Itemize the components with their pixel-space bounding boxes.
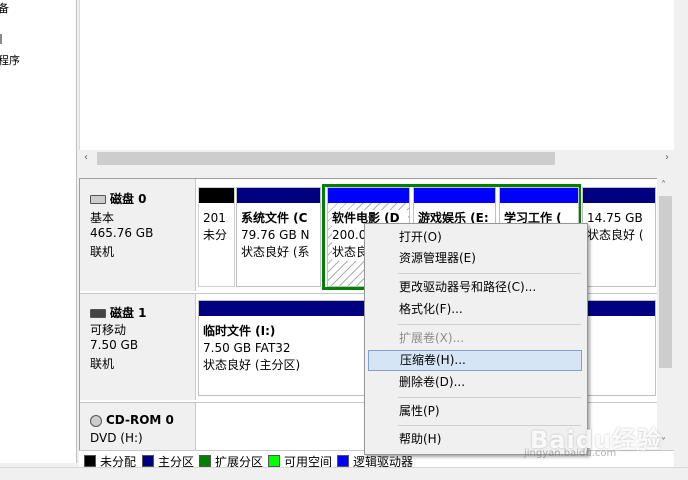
menu-item-explorer[interactable]: 资源管理器(E) — [368, 248, 582, 269]
watermark-url: jingyan.baidu.com — [524, 448, 617, 459]
partition-header-bar — [500, 188, 578, 203]
menu-item-extend-volume: 扩展卷(X)... — [399, 331, 465, 345]
partition-last[interactable]: 14.75 GB 状态良好 ( — [582, 187, 656, 287]
menu-item-change-drive-letter[interactable]: 更改驱动器号和路径(C)... — [368, 277, 582, 298]
disk-type: DVD (H:) — [90, 431, 143, 445]
legend-swatch — [84, 455, 96, 467]
scroll-up-icon[interactable]: ˄ — [661, 180, 666, 191]
disk-name: 磁盘 1 — [90, 304, 147, 321]
nav-marker — [0, 34, 2, 44]
legend-swatch — [337, 455, 349, 467]
disk-size: 465.76 GB — [90, 226, 154, 240]
removable-disk-icon — [90, 309, 106, 318]
partition-header-bar — [199, 188, 234, 203]
hard-disk-icon — [90, 195, 106, 204]
volume-list-view[interactable] — [79, 0, 674, 150]
vertical-scrollbar[interactable]: ˄ ˅ — [657, 178, 674, 450]
disk-label[interactable]: 磁盘 1 可移动 7.50 GB 联机 — [80, 294, 196, 400]
menu-item-properties[interactable]: 属性(P) — [368, 401, 582, 422]
partition-header-bar — [237, 188, 320, 203]
scroll-left-icon[interactable]: ‹ — [84, 152, 88, 163]
cdrom-icon — [90, 414, 102, 427]
menu-separator — [398, 324, 581, 325]
partition-header-bar — [414, 188, 495, 203]
partition-info: 201 未分 — [203, 211, 228, 242]
legend-swatch — [268, 455, 280, 467]
disk-status: 联机 — [90, 357, 115, 371]
partition-header-bar — [583, 188, 655, 203]
scroll-right-icon[interactable]: › — [665, 152, 669, 163]
scrollbar-thumb[interactable] — [97, 152, 555, 165]
nav-item-text[interactable]: 程序 — [0, 52, 20, 68]
legend-swatch — [142, 455, 154, 467]
left-navigation-pane: 备 程序 — [0, 0, 77, 463]
disk-type: 基本 — [90, 211, 115, 225]
menu-separator — [398, 397, 581, 398]
disk-name: CD-ROM 0 — [90, 413, 174, 427]
nav-item-text[interactable]: 备 — [0, 0, 9, 16]
disk-status: 联机 — [90, 245, 115, 259]
partition-c[interactable]: 系统文件 (C 79.76 GB N 状态良好 (系 — [236, 187, 321, 287]
disk-size: 7.50 GB — [90, 338, 139, 352]
partition-info: 14.75 GB 状态良好 ( — [587, 211, 644, 242]
legend-swatch — [199, 455, 211, 467]
disk-name: 磁盘 0 — [90, 190, 147, 207]
menu-item-shrink-volume[interactable]: 压缩卷(H)... — [368, 350, 582, 371]
menu-item-delete-volume[interactable]: 删除卷(D)... — [368, 372, 582, 393]
partition-info: 系统文件 (C 79.76 GB N 状态良好 (系 — [241, 211, 310, 259]
partition-unallocated[interactable]: 201 未分 — [198, 187, 235, 287]
status-bar — [0, 467, 688, 480]
disk-label[interactable]: CD-ROM 0 DVD (H:) — [80, 403, 196, 451]
scrollbar-thumb[interactable] — [659, 196, 672, 368]
partition-header-bar — [328, 188, 409, 203]
menu-item-open[interactable]: 打开(O) — [368, 227, 582, 248]
horizontal-scrollbar[interactable]: ‹ › — [79, 150, 673, 167]
menu-item-format[interactable]: 格式化(F)... — [368, 299, 582, 320]
disk-label[interactable]: 磁盘 0 基本 465.76 GB 联机 — [80, 179, 196, 291]
menu-separator — [398, 273, 581, 274]
disk-type: 可移动 — [90, 323, 127, 337]
